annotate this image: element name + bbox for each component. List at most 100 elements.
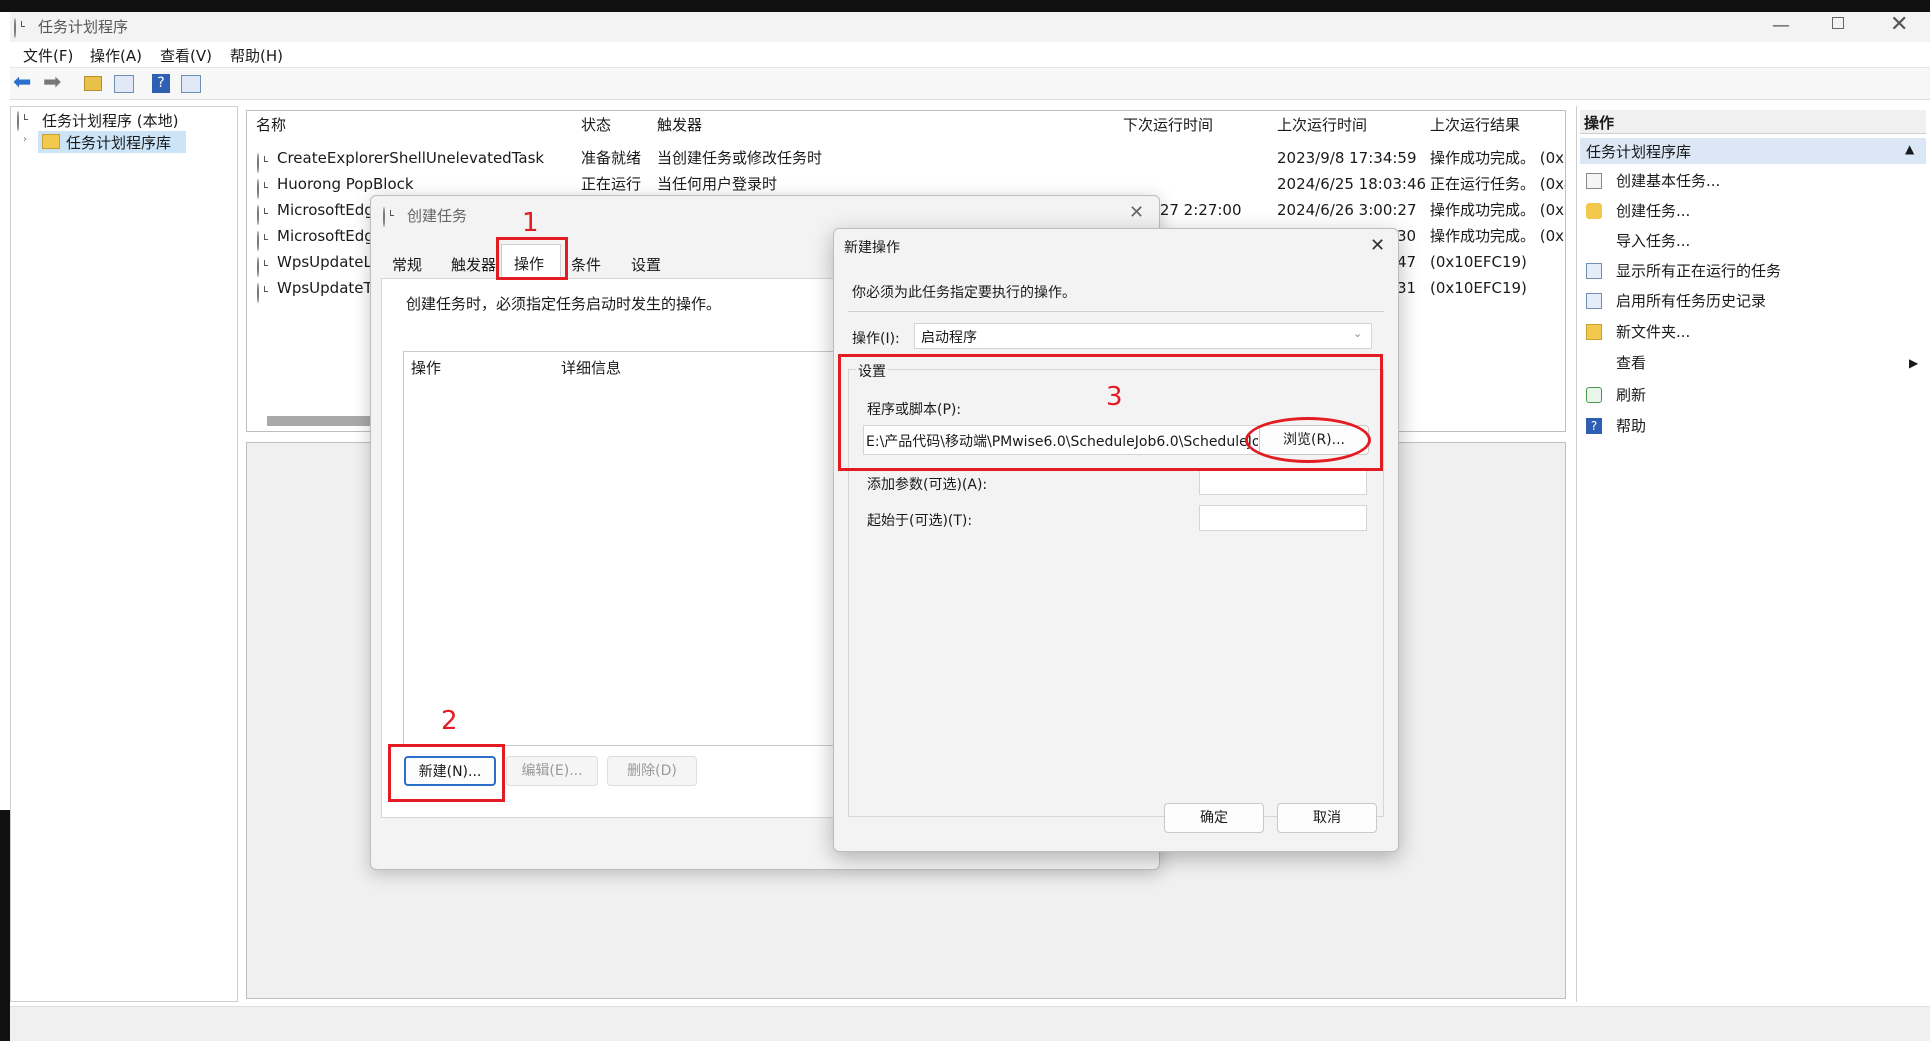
show-hide-pane-icon[interactable] — [181, 75, 201, 93]
task-status: 准备就绪 — [581, 149, 642, 167]
tree-root[interactable]: 任务计划程序 (本地) — [42, 110, 178, 131]
action-type-label: 操作(I): — [852, 331, 900, 347]
action-view[interactable]: 查看 ▶ — [1583, 348, 1923, 378]
screen-left-edge — [0, 810, 10, 1041]
refresh-icon — [1586, 387, 1602, 403]
cancel-label: 取消 — [1313, 810, 1341, 826]
settings-group-label: 设置 — [856, 361, 888, 381]
program-label: 程序或脚本(P): — [867, 402, 962, 418]
menu-file[interactable]: 文件(F) — [23, 45, 73, 66]
new-action-button[interactable]: 新建(N)... — [404, 756, 496, 786]
forward-icon[interactable]: ➡ — [43, 70, 61, 95]
horizontal-scrollbar[interactable] — [267, 416, 387, 426]
actions-section-label: 任务计划程序库 — [1586, 143, 1692, 161]
ok-button[interactable]: 确定 — [1164, 803, 1264, 833]
tree-item-library[interactable]: 任务计划程序库 — [38, 131, 186, 153]
ok-label: 确定 — [1200, 810, 1228, 826]
actions-title: 操作 — [1580, 110, 1926, 134]
start-in-input[interactable] — [1199, 505, 1367, 531]
folder-icon — [1586, 324, 1602, 340]
status-bar — [10, 1006, 1930, 1041]
table-row[interactable]: Huorong PopBlock 正在运行 当任何用户登录时 2024/6/25… — [247, 171, 1565, 199]
task-name: Huorong PopBlock — [277, 175, 414, 193]
arguments-input[interactable] — [1199, 469, 1367, 495]
tab-conditions[interactable]: 条件 — [571, 254, 601, 275]
menu-bar: 文件(F) 操作(A) 查看(V) 帮助(H) — [10, 42, 1930, 68]
title-bar: 任务计划程序 — ✕ — [10, 12, 1930, 42]
history-icon — [1586, 293, 1602, 309]
annotation-number-2: 2 — [441, 706, 458, 736]
cancel-button[interactable]: 取消 — [1277, 803, 1377, 833]
task-result: 操作成功完成。 (0x0) — [1430, 201, 1566, 219]
tab-actions-label: 操作 — [514, 255, 545, 273]
collapse-icon[interactable]: ▲ — [1905, 142, 1914, 156]
col-status[interactable]: 状态 — [581, 111, 611, 139]
task-clock-icon — [257, 179, 259, 199]
console-tree-icon[interactable] — [114, 75, 134, 93]
menu-view[interactable]: 查看(V) — [160, 45, 212, 66]
new-action-label: 新建(N)... — [418, 764, 482, 780]
task-clock-icon — [257, 153, 259, 173]
actions-description: 创建任务时，必须指定任务启动时发生的操作。 — [406, 295, 722, 313]
window-title: 任务计划程序 — [38, 18, 129, 36]
task-result: 操作成功完成。 (0x0) — [1430, 149, 1566, 167]
task-result: (0x10EFC19) — [1430, 279, 1527, 297]
edit-action-button[interactable]: 编辑(E)... — [506, 756, 598, 786]
tab-actions[interactable]: 操作 — [501, 244, 561, 278]
menu-action[interactable]: 操作(A) — [90, 45, 142, 66]
task-last-run: 30 — [1397, 227, 1417, 245]
menu-help[interactable]: 帮助(H) — [230, 45, 283, 66]
close-icon[interactable]: ✕ — [1370, 235, 1385, 256]
annotation-number-1: 1 — [522, 208, 539, 238]
help-icon[interactable]: ? — [152, 74, 170, 93]
up-folder-icon[interactable] — [84, 76, 102, 91]
app-clock-icon — [14, 18, 16, 38]
new-action-dialog: 新建操作 ✕ 你必须为此任务指定要执行的操作。 操作(I): 启动程序 ⌄ 设置… — [833, 228, 1399, 852]
delete-action-button[interactable]: 删除(D) — [607, 756, 697, 786]
col-name[interactable]: 名称 — [256, 111, 286, 139]
clock-icon — [17, 111, 19, 131]
start-in-label: 起始于(可选)(T): — [867, 513, 973, 529]
task-result: 操作成功完成。 (0x0) — [1430, 227, 1566, 245]
task-trigger: 当任何用户登录时 — [657, 175, 778, 193]
col-trigger[interactable]: 触发器 — [657, 111, 702, 139]
table-header: 名称 状态 触发器 下次运行时间 上次运行时间 上次运行结果 — [247, 111, 1565, 139]
task-last-run: 47 — [1397, 253, 1417, 271]
restore-icon[interactable] — [1832, 17, 1844, 29]
create-task-title: 创建任务 — [407, 207, 468, 225]
minimize-icon[interactable]: — — [1772, 15, 1790, 36]
list-col-details[interactable]: 详细信息 — [561, 357, 621, 378]
close-icon[interactable]: ✕ — [1890, 12, 1908, 37]
tree-child-label: 任务计划程序库 — [66, 134, 172, 152]
col-next-run[interactable]: 下次运行时间 — [1123, 111, 1213, 139]
tab-settings[interactable]: 设置 — [631, 254, 661, 275]
chevron-right-icon[interactable]: › — [23, 134, 27, 145]
list-col-action[interactable]: 操作 — [411, 357, 441, 378]
action-type-select[interactable]: 启动程序 ⌄ — [914, 323, 1372, 349]
folder-icon — [42, 134, 60, 149]
close-icon[interactable]: ✕ — [1129, 202, 1144, 223]
task-name: CreateExplorerShellUnelevatedTask — [277, 149, 545, 167]
action-type-value: 启动程序 — [921, 330, 977, 346]
chevron-down-icon: ⌄ — [1353, 327, 1363, 340]
annotation-number-3: 3 — [1106, 382, 1123, 412]
annotation-ellipse — [1245, 417, 1371, 463]
back-icon[interactable]: ⬅ — [13, 70, 31, 95]
tab-triggers[interactable]: 触发器 — [451, 254, 496, 275]
new-task-icon — [1586, 203, 1602, 219]
program-input[interactable]: E:\产品代码\移动端\PMwise6.0\ScheduleJob6.0\Sch… — [863, 425, 1263, 455]
task-result: 正在运行任务。 (0x41301) — [1430, 175, 1565, 193]
program-value: E:\产品代码\移动端\PMwise6.0\ScheduleJob6.0\Sch… — [866, 434, 1258, 450]
col-last-result[interactable]: 上次运行结果 — [1430, 111, 1520, 139]
task-last-run: 2024/6/25 18:03:46 — [1277, 175, 1427, 193]
running-tasks-icon — [1586, 263, 1602, 279]
col-last-run[interactable]: 上次运行时间 — [1277, 111, 1367, 139]
actions-section-header[interactable]: 任务计划程序库 ▲ — [1580, 138, 1926, 164]
edit-action-label: 编辑(E)... — [521, 763, 583, 779]
task-status: 正在运行 — [581, 175, 642, 193]
delete-action-label: 删除(D) — [627, 763, 677, 779]
actions-title-label: 操作 — [1584, 114, 1615, 132]
table-row[interactable]: CreateExplorerShellUnelevatedTask 准备就绪 当… — [247, 145, 1566, 173]
new-action-title: 新建操作 — [844, 240, 900, 256]
tab-general[interactable]: 常规 — [392, 254, 422, 275]
